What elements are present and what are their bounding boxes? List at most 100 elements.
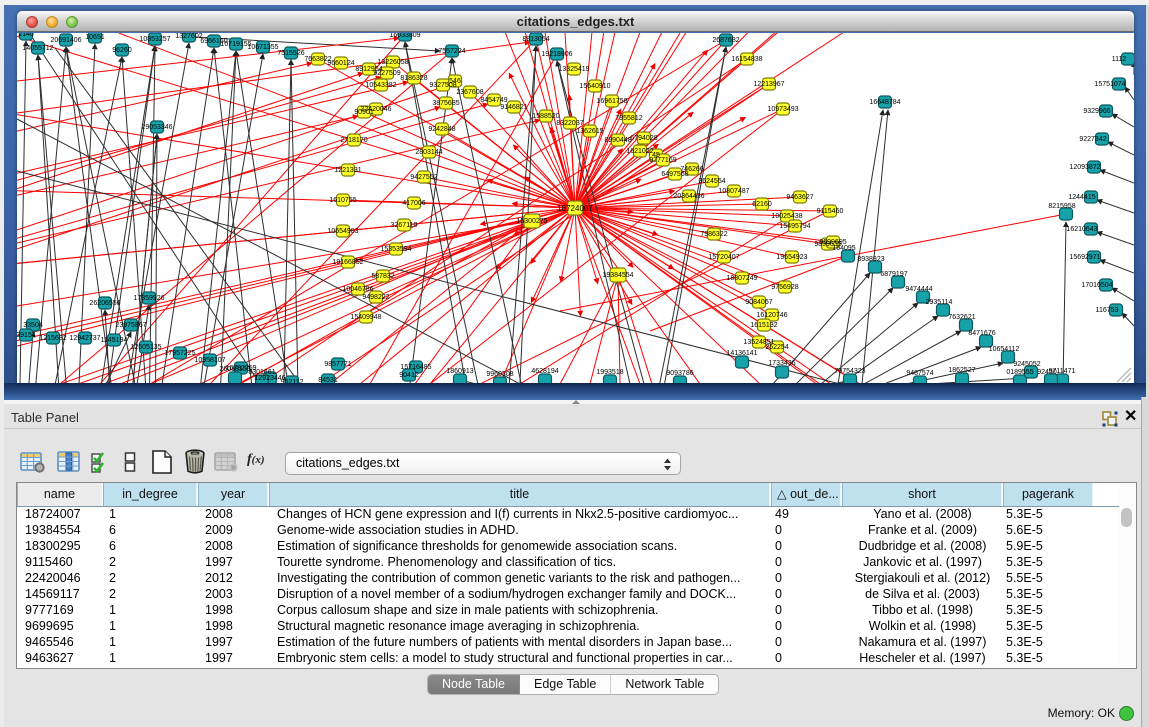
svg-text:9115460: 9115460 [817, 208, 844, 215]
svg-text:8990448: 8990448 [604, 137, 631, 144]
svg-text:587832: 587832 [371, 273, 394, 280]
svg-text:3875685: 3875685 [432, 100, 459, 107]
svg-text:84531: 84531 [318, 377, 338, 383]
svg-text:1993518: 1993518 [596, 369, 623, 376]
svg-text:9227509: 9227509 [373, 70, 400, 77]
svg-text:15495794: 15495794 [779, 223, 810, 230]
svg-text:1588520: 1588520 [532, 113, 559, 120]
svg-text:12213967: 12213967 [753, 81, 784, 88]
svg-text:2687682: 2687682 [712, 37, 739, 44]
svg-text:12942737: 12942737 [69, 335, 100, 342]
svg-text:8186328: 8186328 [400, 75, 427, 82]
svg-text:1145194: 1145194 [101, 337, 128, 344]
svg-text:10671355: 10671355 [247, 44, 278, 51]
svg-text:19166852: 19166852 [332, 259, 363, 266]
svg-text:9960308: 9960308 [486, 371, 513, 378]
svg-text:9777169: 9777169 [649, 157, 676, 164]
svg-text:1860913: 1860913 [446, 368, 473, 375]
svg-text:7515526: 7515526 [277, 50, 304, 57]
svg-text:13226058: 13226058 [377, 59, 408, 66]
svg-text:9857771: 9857771 [324, 361, 351, 368]
svg-text:19218906: 19218906 [541, 51, 572, 58]
svg-text:19654923: 19654923 [776, 254, 807, 261]
svg-text:546: 546 [449, 78, 461, 85]
svg-text:8454749: 8454749 [480, 97, 507, 104]
svg-text:20691406: 20691406 [50, 37, 81, 44]
svg-text:14055712: 14055712 [22, 45, 53, 52]
svg-text:3267110: 3267110 [391, 222, 418, 229]
svg-text:10654112: 10654112 [989, 346, 1020, 353]
svg-text:4628194: 4628194 [531, 368, 558, 375]
svg-text:10046786: 10046786 [342, 286, 373, 293]
svg-text:10654983: 10654983 [327, 228, 358, 235]
svg-text:15409948: 15409948 [350, 314, 381, 321]
svg-text:18724007: 18724007 [557, 204, 593, 213]
svg-text:26018159: 26018159 [219, 366, 250, 373]
svg-text:13325419: 13325419 [558, 66, 589, 73]
svg-text:1615132: 1615132 [750, 322, 777, 329]
svg-text:9487574: 9487574 [906, 370, 933, 377]
svg-text:10543382: 10543382 [365, 82, 396, 89]
svg-text:15751074: 15751074 [1094, 81, 1125, 88]
svg-text:7986322: 7986322 [700, 231, 727, 238]
svg-text:22420046: 22420046 [360, 106, 391, 113]
svg-text:10958107: 10958107 [194, 357, 225, 364]
svg-text:90412: 90412 [399, 372, 419, 379]
svg-text:39154: 39154 [17, 332, 36, 339]
svg-text:9245052: 9245052 [1013, 361, 1040, 368]
svg-text:10025438: 10025438 [771, 213, 802, 220]
svg-text:3624554: 3624554 [698, 178, 725, 185]
svg-text:15353594: 15353594 [380, 246, 411, 253]
svg-text:952112: 952112 [281, 379, 304, 383]
svg-text:9329966: 9329966 [1083, 108, 1110, 115]
svg-text:12505135: 12505135 [130, 344, 161, 351]
svg-text:0189555: 0189555 [1006, 369, 1033, 376]
svg-text:746266: 746266 [680, 166, 703, 173]
svg-text:1327602: 1327602 [175, 33, 202, 40]
svg-text:26206556: 26206556 [89, 300, 120, 307]
svg-text:1621022: 1621022 [626, 148, 653, 155]
svg-text:8301661: 8301661 [248, 369, 275, 376]
svg-text:8938923: 8938923 [857, 256, 884, 263]
svg-text:33504: 33504 [23, 322, 43, 329]
svg-text:9498222: 9498222 [362, 294, 389, 301]
svg-text:17957225: 17957225 [164, 350, 195, 357]
svg-text:1244415: 1244415 [1068, 194, 1095, 201]
svg-text:17359926: 17359926 [133, 295, 164, 302]
svg-text:7632621: 7632621 [948, 314, 975, 321]
svg-text:1215682: 1215682 [39, 335, 66, 342]
svg-text:16648784: 16648784 [869, 99, 900, 106]
svg-text:6794028: 6794028 [630, 135, 657, 142]
svg-text:9474444: 9474444 [905, 286, 932, 293]
svg-text:15692971: 15692971 [1069, 254, 1100, 261]
svg-text:8215958: 8215958 [1048, 203, 1075, 210]
svg-text:10807487: 10807487 [718, 188, 749, 195]
svg-text:1221331: 1221331 [334, 167, 361, 174]
svg-text:2140: 2140 [18, 33, 34, 38]
svg-text:1362615: 1362615 [576, 128, 603, 135]
svg-text:1610755: 1610755 [329, 197, 356, 204]
svg-text:9146821: 9146821 [500, 104, 527, 111]
svg-text:6879197: 6879197 [880, 271, 907, 278]
svg-text:16210643: 16210643 [1066, 226, 1097, 233]
svg-text:23975867: 23975867 [115, 322, 146, 329]
svg-text:16033809: 16033809 [389, 33, 420, 39]
svg-text:9227342: 9227342 [1079, 136, 1106, 143]
svg-text:15300275: 15300275 [516, 218, 547, 225]
svg-text:9660124: 9660124 [327, 60, 354, 67]
svg-text:16120746: 16120746 [756, 312, 787, 319]
svg-text:2367608: 2367608 [456, 89, 483, 96]
svg-text:15640910: 15640910 [579, 83, 610, 90]
svg-text:2935114: 2935114 [926, 299, 953, 306]
svg-text:10853257: 10853257 [139, 36, 170, 43]
svg-text:2718170: 2718170 [340, 137, 367, 144]
svg-text:417006: 417006 [402, 200, 425, 207]
svg-text:12093872: 12093872 [1069, 164, 1100, 171]
svg-text:7557224: 7557224 [438, 48, 465, 55]
svg-text:96260: 96260 [112, 47, 132, 54]
svg-text:62160: 62160 [752, 201, 772, 208]
svg-text:92450: 92450 [1037, 369, 1057, 376]
svg-text:29053346: 29053346 [141, 124, 172, 131]
svg-text:19384554: 19384554 [602, 272, 633, 279]
svg-text:10973493: 10973493 [767, 106, 798, 113]
